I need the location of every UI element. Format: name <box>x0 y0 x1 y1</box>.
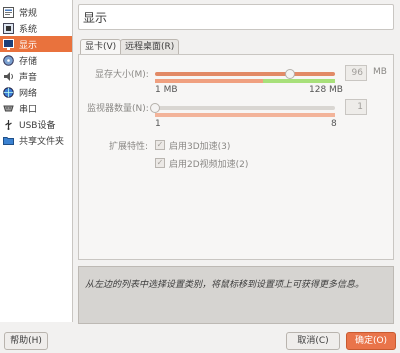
enable-3d-checkbox[interactable]: ✓ <box>155 140 165 150</box>
memory-ok-range <box>263 79 335 83</box>
video-memory-label: 显存大小(M): <box>95 70 149 80</box>
display-icon <box>2 38 14 50</box>
serial-icon <box>2 102 14 114</box>
sidebar-item-label: 系统 <box>19 24 38 35</box>
sidebar-item-audio[interactable]: 声音 <box>0 68 72 84</box>
memory-min-label: 1 MB <box>155 85 178 95</box>
monitor-count-slider-thumb[interactable] <box>150 103 160 113</box>
sidebar-item-label: 共享文件夹 <box>19 136 65 147</box>
storage-icon <box>2 54 14 66</box>
sidebar-item-label: 串口 <box>19 104 38 115</box>
tab-remote-display[interactable]: 远程桌面(R) <box>120 39 180 54</box>
tab-video[interactable]: 显卡(V) <box>80 39 122 55</box>
settings-category-list[interactable]: 常规 系统 显示 存储 声音 网络 串口 USB设备 共享文件夹 <box>0 0 73 322</box>
sidebar-item-label: 声音 <box>19 72 38 83</box>
network-icon <box>2 86 14 98</box>
sidebar-item-usb[interactable]: USB设备 <box>0 116 72 132</box>
extended-features-label: 扩展特性: <box>109 142 149 152</box>
help-button[interactable]: 帮助(H) <box>4 332 48 350</box>
video-memory-input[interactable]: 96 <box>345 65 367 81</box>
sidebar-item-network[interactable]: 网络 <box>0 84 72 100</box>
shared-folder-icon <box>2 134 14 146</box>
monitor-count-input[interactable]: 1 <box>345 99 367 115</box>
sidebar-item-display[interactable]: 显示 <box>0 36 72 52</box>
video-memory-range-bar <box>155 79 335 83</box>
sidebar-item-serial[interactable]: 串口 <box>0 100 72 116</box>
monitor-min-label: 1 <box>155 119 161 129</box>
video-settings-panel: 显存大小(M): 1 MB 128 MB 96 MB 监视器数量(N): 1 8… <box>78 54 394 260</box>
sidebar-item-label: 网络 <box>19 88 38 99</box>
audio-icon <box>2 70 14 82</box>
monitor-count-range-bar <box>155 113 335 117</box>
monitor-count-label: 监视器数量(N): <box>87 104 149 114</box>
sidebar-item-storage[interactable]: 存储 <box>0 52 72 68</box>
sidebar-item-label: 常规 <box>19 8 38 19</box>
video-memory-slider[interactable] <box>155 72 335 76</box>
sidebar-item-general[interactable]: 常规 <box>0 4 72 20</box>
sidebar-item-shared-folders[interactable]: 共享文件夹 <box>0 132 72 148</box>
sidebar-item-label: 显示 <box>19 40 38 51</box>
memory-max-label: 128 MB <box>309 85 343 95</box>
page-title: 显示 <box>78 4 394 30</box>
video-memory-slider-thumb[interactable] <box>285 69 295 79</box>
general-icon <box>2 6 14 18</box>
sidebar-item-system[interactable]: 系统 <box>0 20 72 36</box>
enable-2d-label: 启用2D视频加速(2) <box>169 160 249 170</box>
system-icon <box>2 22 14 34</box>
monitor-count-slider[interactable] <box>155 106 335 110</box>
ok-button[interactable]: 确定(O) <box>346 332 396 350</box>
sidebar-item-label: 存储 <box>19 56 38 67</box>
enable-2d-checkbox[interactable]: ✓ <box>155 158 165 168</box>
info-message: 从左边的列表中选择设置类别，将鼠标移到设置项上可获得更多信息。 <box>78 266 394 324</box>
monitor-max-label: 8 <box>331 119 337 129</box>
sidebar-item-label: USB设备 <box>19 120 56 131</box>
memory-warning-range <box>155 79 263 83</box>
enable-3d-label: 启用3D加速(3) <box>169 142 231 152</box>
cancel-button[interactable]: 取消(C) <box>286 332 340 350</box>
usb-icon <box>2 118 14 130</box>
memory-unit-label: MB <box>373 67 387 77</box>
